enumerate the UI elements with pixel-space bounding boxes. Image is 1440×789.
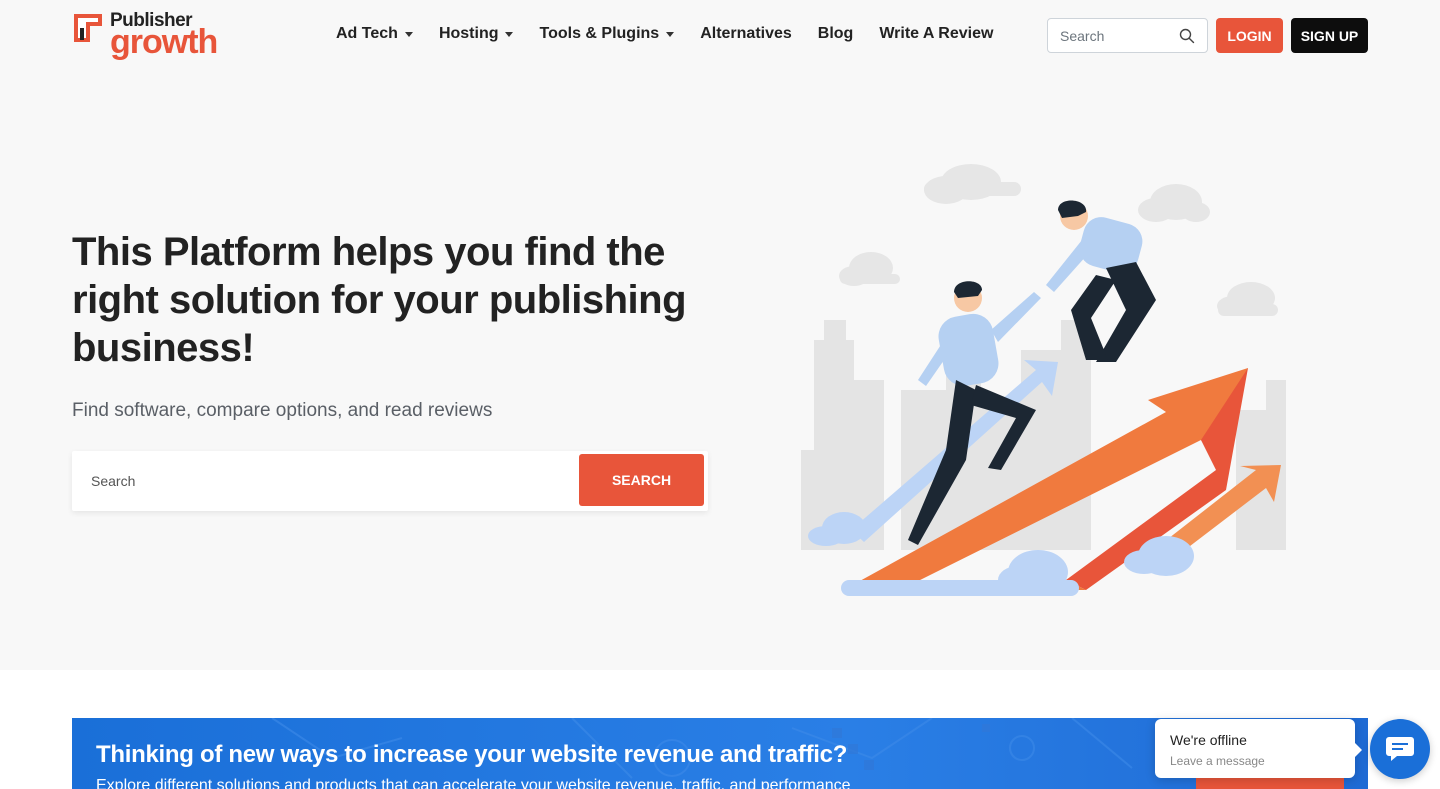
logo-mark-icon (74, 14, 102, 42)
site-header: Publisher growth Ad Tech Hosting Tools &… (0, 0, 1440, 70)
cloud-icon (1138, 184, 1210, 222)
banner-subtitle: Explore different solutions and products… (96, 777, 851, 789)
caret-down-icon (505, 31, 514, 37)
nav-item-ad-tech[interactable]: Ad Tech (336, 22, 413, 46)
cloud-icon (924, 164, 1021, 204)
nav-label: Write A Review (879, 25, 994, 42)
cloud-icon (839, 252, 900, 286)
main-nav: Ad Tech Hosting Tools & Plugins Alternat… (336, 22, 1019, 46)
header-search-input[interactable] (1048, 19, 1168, 52)
nav-label: Alternatives (700, 25, 792, 42)
hero-search-input[interactable] (72, 451, 572, 511)
hero-search-button[interactable]: SEARCH (579, 454, 704, 506)
chat-popup[interactable]: We're offline Leave a message (1155, 719, 1362, 778)
hero-subtitle: Find software, compare options, and read… (72, 400, 493, 421)
caret-down-icon (666, 31, 675, 37)
search-icon[interactable] (1179, 28, 1195, 44)
nav-label: Ad Tech (336, 25, 398, 42)
nav-item-tools-plugins[interactable]: Tools & Plugins (539, 22, 675, 46)
chat-bubble-icon (1386, 737, 1414, 761)
login-button[interactable]: LOGIN (1216, 18, 1283, 53)
nav-item-alternatives[interactable]: Alternatives (700, 22, 792, 46)
site-logo[interactable]: Publisher growth (72, 10, 232, 60)
nav-item-hosting[interactable]: Hosting (439, 22, 514, 46)
nav-label: Tools & Plugins (539, 25, 660, 42)
signup-button[interactable]: SIGN UP (1291, 18, 1368, 53)
cloud-icon (1217, 282, 1278, 316)
chat-leave-message[interactable]: Leave a message (1170, 753, 1265, 769)
header-search (1047, 18, 1208, 53)
chat-status: We're offline (1170, 732, 1247, 748)
banner-title: Thinking of new ways to increase your we… (96, 741, 848, 768)
chat-launcher-button[interactable] (1370, 719, 1430, 779)
nav-label: Hosting (438, 25, 499, 42)
nav-item-blog[interactable]: Blog (818, 22, 854, 46)
hero-illustration (801, 164, 1286, 596)
hero-title: This Platform helps you find the right s… (72, 230, 687, 370)
logo-text-bottom: growth (110, 23, 218, 61)
hero-search-box: SEARCH (72, 451, 708, 511)
nav-item-write-review[interactable]: Write A Review (879, 22, 993, 46)
nav-label: Blog (817, 25, 854, 42)
caret-down-icon (404, 31, 413, 37)
